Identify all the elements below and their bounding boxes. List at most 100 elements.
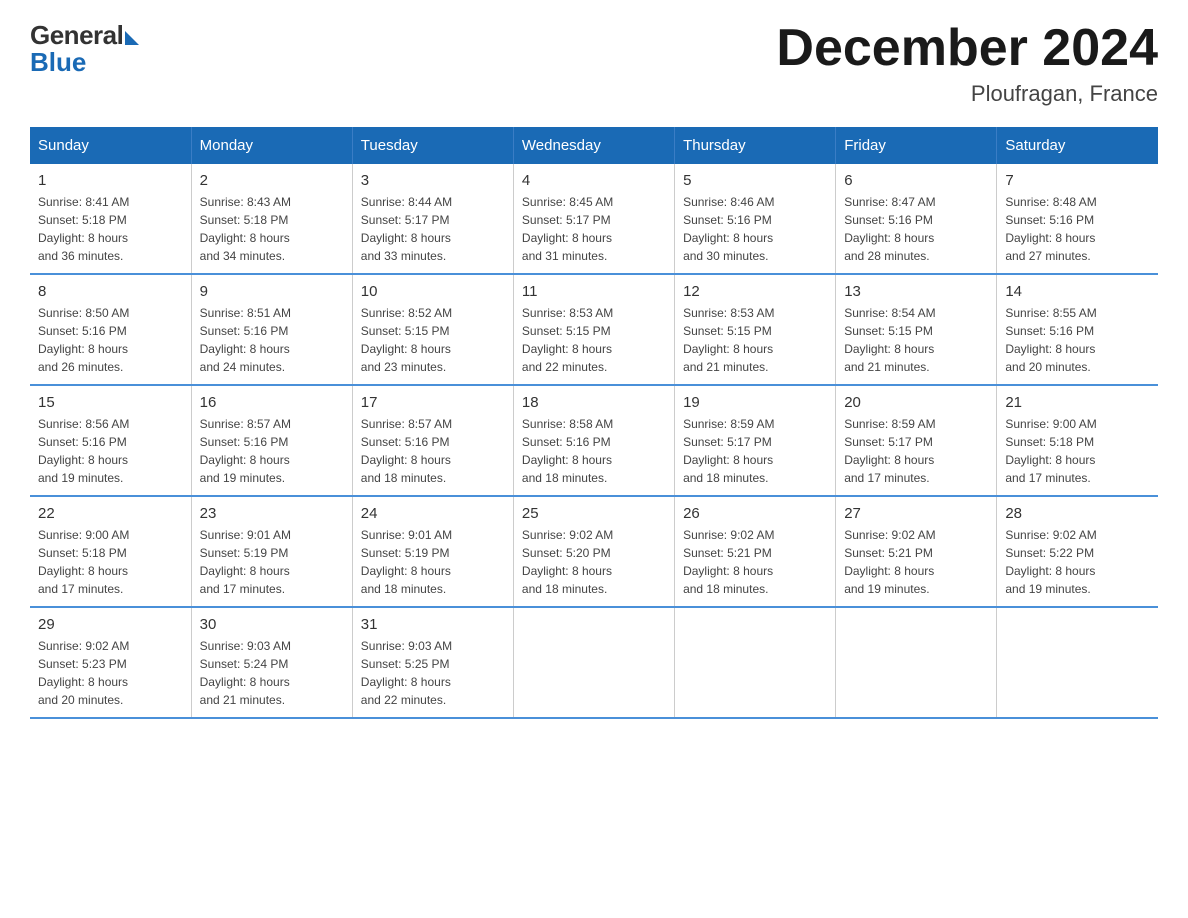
day-number: 28 (1005, 505, 1150, 522)
calendar-cell: 9Sunrise: 8:51 AMSunset: 5:16 PMDaylight… (191, 274, 352, 385)
day-number: 23 (200, 505, 344, 522)
day-info: Sunrise: 9:01 AMSunset: 5:19 PMDaylight:… (361, 526, 505, 598)
calendar-cell: 24 Sunrise: 9:01 AMSunset: 5:19 PMDayligh… (352, 496, 513, 607)
calendar-cell: 28Sunrise: 9:02 AMSunset: 5:22 PMDayligh… (997, 496, 1158, 607)
day-number: 26 (683, 505, 827, 522)
day-number: 17 (361, 394, 505, 411)
day-info: Sunrise: 9:03 AMSunset: 5:25 PMDaylight:… (361, 637, 505, 709)
weekday-header-saturday: Saturday (997, 127, 1158, 164)
day-number: 9 (200, 283, 344, 300)
day-info: Sunrise: 8:48 AMSunset: 5:16 PMDaylight:… (1005, 193, 1150, 265)
day-info: Sunrise: 8:55 AMSunset: 5:16 PMDaylight:… (1005, 304, 1150, 376)
weekday-header-tuesday: Tuesday (352, 127, 513, 164)
day-number: 18 (522, 394, 666, 411)
weekday-header-monday: Monday (191, 127, 352, 164)
day-info: Sunrise: 9:02 AMSunset: 5:21 PMDaylight:… (844, 526, 988, 598)
calendar-cell: 1 Sunrise: 8:41 AMSunset: 5:18 PMDaylight… (30, 164, 191, 274)
calendar-cell (513, 607, 674, 718)
calendar-cell: 19 Sunrise: 8:59 AMSunset: 5:17 PMDayligh… (675, 385, 836, 496)
day-number: 10 (361, 283, 505, 300)
day-number: 15 (38, 394, 183, 411)
day-number: 21 (1005, 394, 1150, 411)
day-number: 8 (38, 283, 183, 300)
calendar-cell: 2Sunrise: 8:43 AMSunset: 5:18 PMDaylight… (191, 164, 352, 274)
calendar-cell (675, 607, 836, 718)
calendar-cell: 3Sunrise: 8:44 AMSunset: 5:17 PMDaylight… (352, 164, 513, 274)
calendar-cell: 15 Sunrise: 8:56 AMSunset: 5:16 PMDayligh… (30, 385, 191, 496)
calendar-week-4: 22Sunrise: 9:00 AMSunset: 5:18 PMDayligh… (30, 496, 1158, 607)
day-info: Sunrise: 8:59 AMSunset: 5:17 PMDaylight:… (683, 415, 827, 487)
calendar-week-3: 15 Sunrise: 8:56 AMSunset: 5:16 PMDayligh… (30, 385, 1158, 496)
day-number: 5 (683, 172, 827, 189)
day-info: Sunrise: 9:00 AMSunset: 5:18 PMDaylight:… (1005, 415, 1150, 487)
title-section: December 2024 Ploufragan, France (776, 20, 1158, 107)
day-info: Sunrise: 8:45 AMSunset: 5:17 PMDaylight:… (522, 193, 666, 265)
calendar-cell: 27 Sunrise: 9:02 AMSunset: 5:21 PMDayligh… (836, 496, 997, 607)
weekday-header-sunday: Sunday (30, 127, 191, 164)
day-number: 31 (361, 616, 505, 633)
day-info: Sunrise: 8:56 AMSunset: 5:16 PMDaylight:… (38, 415, 183, 487)
day-number: 20 (844, 394, 988, 411)
day-info: Sunrise: 8:53 AMSunset: 5:15 PMDaylight:… (683, 304, 827, 376)
day-info: Sunrise: 8:57 AMSunset: 5:16 PMDaylight:… (361, 415, 505, 487)
day-info: Sunrise: 9:02 AMSunset: 5:21 PMDaylight:… (683, 526, 827, 598)
calendar-header: SundayMondayTuesdayWednesdayThursdayFrid… (30, 127, 1158, 164)
day-info: Sunrise: 8:41 AMSunset: 5:18 PMDaylight:… (38, 193, 183, 265)
day-info: Sunrise: 9:01 AMSunset: 5:19 PMDaylight:… (200, 526, 344, 598)
calendar-cell: 8Sunrise: 8:50 AMSunset: 5:16 PMDaylight… (30, 274, 191, 385)
calendar-week-1: 1 Sunrise: 8:41 AMSunset: 5:18 PMDaylight… (30, 164, 1158, 274)
weekday-header-wednesday: Wednesday (513, 127, 674, 164)
day-info: Sunrise: 8:58 AMSunset: 5:16 PMDaylight:… (522, 415, 666, 487)
calendar-week-5: 29 Sunrise: 9:02 AMSunset: 5:23 PMDayligh… (30, 607, 1158, 718)
day-info: Sunrise: 8:57 AMSunset: 5:16 PMDaylight:… (200, 415, 344, 487)
day-info: Sunrise: 8:54 AMSunset: 5:15 PMDaylight:… (844, 304, 988, 376)
weekday-header-row: SundayMondayTuesdayWednesdayThursdayFrid… (30, 127, 1158, 164)
day-info: Sunrise: 9:02 AMSunset: 5:23 PMDaylight:… (38, 637, 183, 709)
day-number: 11 (522, 283, 666, 300)
calendar-cell: 29 Sunrise: 9:02 AMSunset: 5:23 PMDayligh… (30, 607, 191, 718)
day-number: 19 (683, 394, 827, 411)
weekday-header-thursday: Thursday (675, 127, 836, 164)
day-number: 2 (200, 172, 344, 189)
calendar-cell: 20 Sunrise: 8:59 AMSunset: 5:17 PMDayligh… (836, 385, 997, 496)
calendar-cell: 25 Sunrise: 9:02 AMSunset: 5:20 PMDayligh… (513, 496, 674, 607)
page-header: General Blue December 2024 Ploufragan, F… (30, 20, 1158, 107)
logo-triangle-icon (125, 31, 139, 45)
calendar-cell: 6Sunrise: 8:47 AMSunset: 5:16 PMDaylight… (836, 164, 997, 274)
day-info: Sunrise: 9:02 AMSunset: 5:20 PMDaylight:… (522, 526, 666, 598)
logo: General Blue (30, 20, 139, 78)
calendar-cell: 7 Sunrise: 8:48 AMSunset: 5:16 PMDaylight… (997, 164, 1158, 274)
calendar-body: 1 Sunrise: 8:41 AMSunset: 5:18 PMDaylight… (30, 164, 1158, 718)
calendar-cell (997, 607, 1158, 718)
calendar-cell: 22Sunrise: 9:00 AMSunset: 5:18 PMDayligh… (30, 496, 191, 607)
calendar-cell: 16 Sunrise: 8:57 AMSunset: 5:16 PMDayligh… (191, 385, 352, 496)
day-number: 25 (522, 505, 666, 522)
calendar-table: SundayMondayTuesdayWednesdayThursdayFrid… (30, 127, 1158, 719)
location-text: Ploufragan, France (776, 81, 1158, 107)
calendar-cell: 23 Sunrise: 9:01 AMSunset: 5:19 PMDayligh… (191, 496, 352, 607)
day-number: 1 (38, 172, 183, 189)
calendar-cell: 13Sunrise: 8:54 AMSunset: 5:15 PMDayligh… (836, 274, 997, 385)
day-number: 7 (1005, 172, 1150, 189)
day-number: 30 (200, 616, 344, 633)
day-info: Sunrise: 9:00 AMSunset: 5:18 PMDaylight:… (38, 526, 183, 598)
calendar-cell (836, 607, 997, 718)
calendar-cell: 31 Sunrise: 9:03 AMSunset: 5:25 PMDayligh… (352, 607, 513, 718)
day-number: 16 (200, 394, 344, 411)
day-number: 29 (38, 616, 183, 633)
day-number: 6 (844, 172, 988, 189)
calendar-cell: 26 Sunrise: 9:02 AMSunset: 5:21 PMDayligh… (675, 496, 836, 607)
day-number: 27 (844, 505, 988, 522)
day-info: Sunrise: 8:53 AMSunset: 5:15 PMDaylight:… (522, 304, 666, 376)
month-title: December 2024 (776, 20, 1158, 77)
day-number: 24 (361, 505, 505, 522)
weekday-header-friday: Friday (836, 127, 997, 164)
calendar-cell: 10 Sunrise: 8:52 AMSunset: 5:15 PMDayligh… (352, 274, 513, 385)
calendar-cell: 5Sunrise: 8:46 AMSunset: 5:16 PMDaylight… (675, 164, 836, 274)
day-info: Sunrise: 9:03 AMSunset: 5:24 PMDaylight:… (200, 637, 344, 709)
day-number: 4 (522, 172, 666, 189)
day-info: Sunrise: 8:52 AMSunset: 5:15 PMDaylight:… (361, 304, 505, 376)
day-info: Sunrise: 8:59 AMSunset: 5:17 PMDaylight:… (844, 415, 988, 487)
calendar-week-2: 8Sunrise: 8:50 AMSunset: 5:16 PMDaylight… (30, 274, 1158, 385)
day-number: 14 (1005, 283, 1150, 300)
